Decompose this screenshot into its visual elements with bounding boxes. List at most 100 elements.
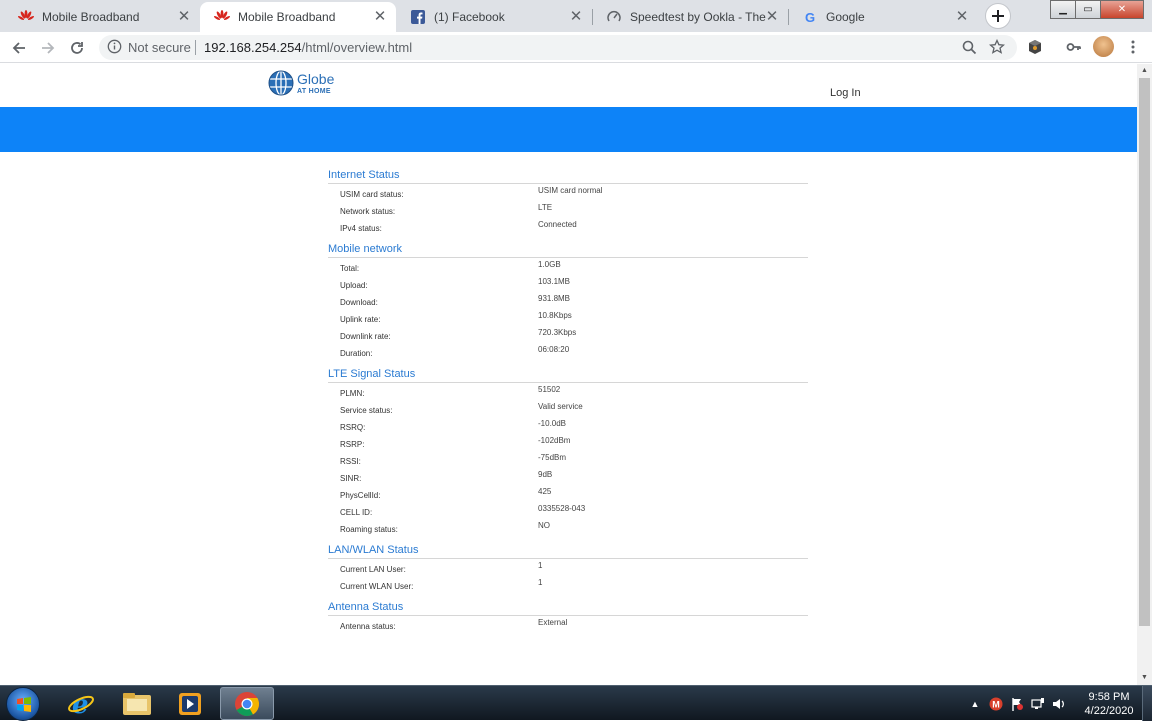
status-label: USIM card status: (340, 190, 404, 199)
bookmark-star-icon[interactable] (987, 37, 1007, 57)
status-value: 51502 (538, 385, 561, 394)
status-value: -10.0dB (538, 419, 567, 428)
huawei-icon (18, 9, 34, 25)
menu-dots-icon[interactable] (1123, 37, 1143, 57)
status-section: Antenna Status Antenna status: External (328, 599, 808, 639)
close-icon[interactable]: ✕ (372, 9, 388, 25)
tab-google[interactable]: G Google ✕ (788, 2, 978, 32)
status-value: External (538, 618, 568, 627)
status-row: PLMN: 51502 (328, 383, 808, 400)
forward-button[interactable] (37, 37, 59, 59)
network-icon[interactable] (1030, 696, 1046, 712)
status-row: RSSI: -75dBm (328, 451, 808, 468)
address-bar[interactable]: Not secure 192.168.254.254/html/overview… (99, 35, 1017, 60)
status-value: -102dBm (538, 436, 571, 445)
profile-avatar[interactable] (1093, 36, 1114, 57)
globe-logo[interactable]: Globe AT HOME (268, 70, 334, 96)
status-value: 06:08:20 (538, 345, 570, 354)
status-label: RSRP: (340, 440, 365, 449)
taskbar-file-explorer[interactable] (110, 687, 164, 720)
clock[interactable]: 9:58 PM 4/22/2020 (1076, 690, 1142, 718)
login-link[interactable]: Log In (830, 87, 861, 99)
close-icon[interactable]: ✕ (954, 9, 970, 25)
status-label: Upload: (340, 281, 368, 290)
status-row: Duration: 06:08:20 (328, 343, 808, 360)
volume-icon[interactable] (1051, 696, 1067, 712)
scroll-down-arrow[interactable]: ▼ (1137, 671, 1152, 685)
tab-title: Mobile Broadband (42, 10, 140, 24)
tab-facebook[interactable]: (1) Facebook ✕ (396, 2, 592, 32)
maximize-button[interactable]: ▭ (1075, 0, 1101, 19)
windows-taskbar: e ▲ M 9:58 PM 4/22/2020 (0, 685, 1152, 721)
url-path: /html/overview.html (301, 40, 413, 55)
folder-icon (123, 692, 151, 715)
section-title: Antenna Status (328, 599, 808, 616)
status-label: CELL ID: (340, 508, 373, 517)
back-arrow-icon (12, 42, 25, 54)
show-hidden-icons-arrow[interactable]: ▲ (967, 696, 983, 712)
taskbar-media-player[interactable] (163, 687, 217, 720)
section-title: LAN/WLAN Status (328, 542, 808, 559)
status-value: 1 (538, 561, 543, 570)
minimize-button[interactable]: ▁ (1050, 0, 1076, 19)
page-viewport: Globe AT HOME Log In Internet Status USIM… (0, 64, 1137, 685)
key-icon[interactable] (1064, 37, 1084, 57)
status-label: Roaming status: (340, 525, 398, 534)
tab-title: Google (826, 10, 865, 24)
status-value: 9dB (538, 470, 553, 479)
zoom-icon[interactable] (959, 37, 979, 57)
status-value: 720.3Kbps (538, 328, 577, 337)
taskbar-chrome[interactable] (220, 687, 274, 720)
reload-button[interactable] (66, 37, 88, 59)
status-value: USIM card normal (538, 186, 603, 195)
status-row: Current WLAN User: 1 (328, 576, 808, 593)
status-label: Uplink rate: (340, 315, 381, 324)
start-button[interactable] (6, 687, 40, 721)
status-row: SINR: 9dB (328, 468, 808, 485)
antivirus-icon[interactable]: M (988, 696, 1004, 712)
media-player-icon (179, 692, 201, 715)
taskbar-internet-explorer[interactable]: e (54, 687, 108, 720)
tab-title: Speedtest by Ookla - The Gl (630, 10, 770, 24)
extension-icon[interactable] (1025, 37, 1045, 57)
status-label: Current WLAN User: (340, 582, 414, 591)
close-window-button[interactable]: ✕ (1100, 0, 1144, 19)
scroll-thumb[interactable] (1139, 78, 1150, 626)
close-icon[interactable]: ✕ (176, 9, 192, 25)
close-icon[interactable]: ✕ (764, 9, 780, 25)
close-icon[interactable]: ✕ (568, 9, 584, 25)
logo-subtitle: AT HOME (297, 87, 331, 95)
plus-icon (992, 10, 1004, 22)
chrome-icon (235, 691, 260, 716)
status-row: Download: 931.8MB (328, 292, 808, 309)
status-section: LTE Signal Status PLMN: 51502 Service statu… (328, 366, 808, 542)
new-tab-button[interactable] (985, 3, 1011, 29)
status-row: Service status: Valid service (328, 400, 808, 417)
back-button[interactable] (8, 37, 30, 59)
url-text[interactable]: 192.168.254.254/html/overview.html (204, 40, 412, 55)
status-row: Roaming status: NO (328, 519, 808, 536)
info-icon[interactable] (107, 39, 122, 57)
page-header: Globe AT HOME Log In (0, 64, 1137, 107)
show-desktop-button[interactable] (1142, 686, 1152, 721)
section-title: Internet Status (328, 167, 808, 184)
status-label: RSSI: (340, 457, 361, 466)
status-label: Current LAN User: (340, 565, 406, 574)
page-scrollbar[interactable]: ▲ ▼ (1137, 64, 1152, 685)
status-row: Total: 1.0GB (328, 258, 808, 275)
status-value: Valid service (538, 402, 583, 411)
status-row: Upload: 103.1MB (328, 275, 808, 292)
status-value: 1.0GB (538, 260, 561, 269)
tab-speedtest[interactable]: Speedtest by Ookla - The Gl ✕ (592, 2, 788, 32)
status-row: Downlink rate: 720.3Kbps (328, 326, 808, 343)
status-label: Total: (340, 264, 360, 273)
action-center-flag-icon[interactable] (1009, 696, 1025, 712)
status-label: PhysCellId: (340, 491, 381, 500)
status-label: IPv4 status: (340, 224, 382, 233)
tab-mobile-broadband-2[interactable]: Mobile Broadband ✕ (200, 2, 396, 32)
status-row: IPv4 status: Connected (328, 218, 808, 235)
huawei-icon (214, 9, 230, 25)
scroll-up-arrow[interactable]: ▲ (1137, 64, 1152, 78)
tab-mobile-broadband-1[interactable]: Mobile Broadband ✕ (4, 2, 200, 32)
